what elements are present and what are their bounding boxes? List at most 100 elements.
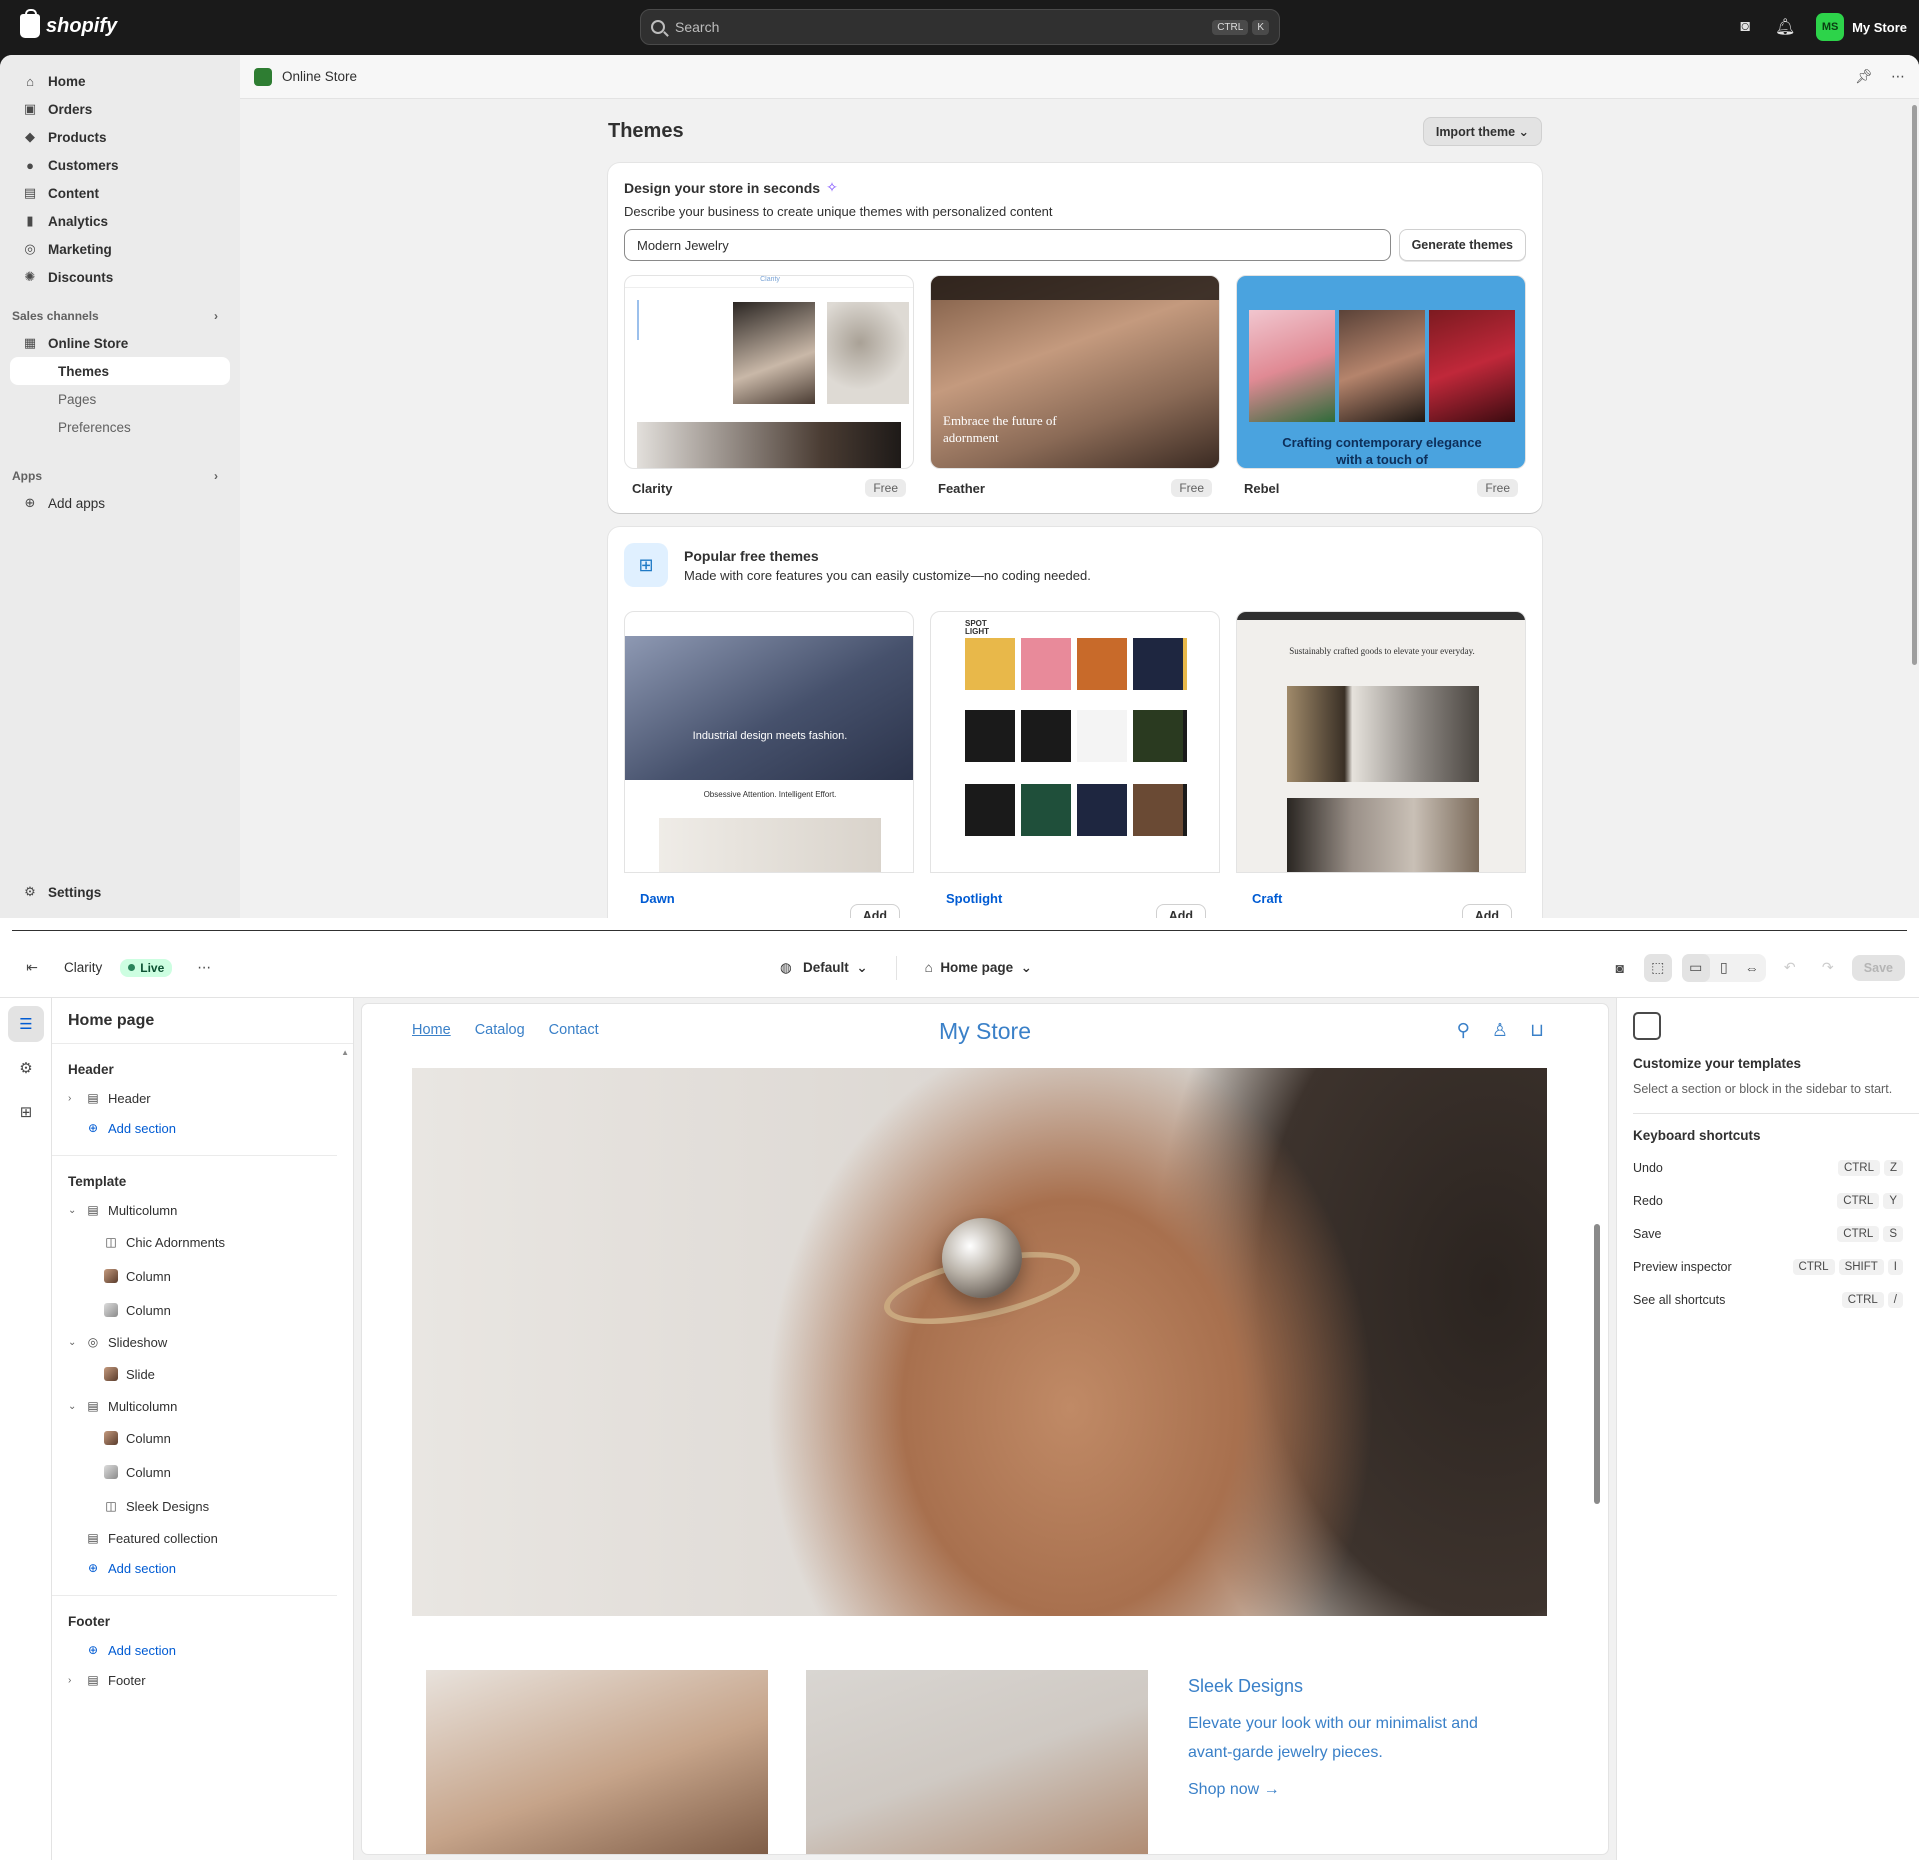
discount-icon: ✺ [24, 269, 36, 284]
sidekick-icon[interactable]: ◙ [1606, 954, 1634, 982]
sales-channels-heading[interactable]: Sales channels › [10, 303, 230, 329]
theme-thumbnail[interactable]: Sustainably crafted goods to elevate you… [1236, 611, 1526, 873]
nav-item-add-apps[interactable]: ⊕ Add apps [10, 489, 230, 517]
chevron-down-icon: ⌄ [68, 1336, 77, 1348]
preset-selector[interactable]: ◍ Default ⌄ [780, 960, 868, 976]
nav-item-settings[interactable]: ⚙ Settings [10, 878, 230, 906]
theme-thumbnail[interactable]: Clarity [624, 275, 914, 469]
search-icon[interactable]: ⚲ [1457, 1020, 1470, 1041]
section-slideshow[interactable]: ⌄ ◎ Slideshow [52, 1327, 337, 1357]
column-image[interactable] [426, 1670, 768, 1854]
theme-thumbnail[interactable]: SPOT LIGHT [930, 611, 1220, 873]
exit-icon[interactable]: ⇤ [18, 954, 46, 982]
more-actions-icon[interactable]: ⋯ [190, 954, 218, 982]
theme-thumbnail[interactable]: Crafting contemporary elegance with a to… [1236, 275, 1526, 469]
block-column[interactable]: Column [52, 1455, 337, 1489]
app-embeds-icon[interactable]: ⊞ [8, 1094, 44, 1130]
block-column[interactable]: Column [52, 1259, 337, 1293]
generate-themes-button[interactable]: Generate themes [1398, 229, 1526, 261]
nav-item-pages[interactable]: Pages [10, 385, 230, 413]
page-scrollbar[interactable] [1912, 105, 1917, 665]
pin-icon[interactable]: 📌︎ [1855, 68, 1873, 85]
avatar[interactable]: MS [1816, 13, 1845, 41]
nav-item-customers[interactable]: ● Customers [10, 151, 230, 179]
nav-item-home[interactable]: ⌂ Home [10, 67, 230, 95]
theme-thumbnail[interactable]: Industrial design meets fashion. Obsessi… [624, 611, 914, 873]
popular-theme-craft[interactable]: Sustainably crafted goods to elevate you… [1236, 611, 1526, 918]
section-multicolumn[interactable]: ⌄ ▤ Multicolumn [52, 1195, 337, 1225]
generated-theme-feather[interactable]: Embrace the future of adornment Feather F… [930, 275, 1220, 497]
slideshow-hero-image[interactable] [412, 1068, 1547, 1616]
add-section-template[interactable]: ⊕ Add section [52, 1553, 337, 1583]
store-name[interactable]: My Store [1852, 20, 1907, 35]
generated-theme-clarity[interactable]: Clarity Clarity Free [624, 275, 914, 497]
nav-item-preferences[interactable]: Preferences [10, 413, 230, 441]
popular-theme-dawn[interactable]: Industrial design meets fashion. Obsessi… [624, 611, 914, 918]
import-theme-button[interactable]: Import theme ⌄ [1422, 116, 1542, 146]
page-title: Themes [608, 119, 684, 142]
nav-item-orders[interactable]: ▣ Orders [10, 95, 230, 123]
section-footer[interactable]: › ▤ Footer [52, 1665, 337, 1695]
add-section-header[interactable]: ⊕ Add section [52, 1113, 337, 1143]
add-theme-button[interactable]: Add [849, 904, 900, 918]
block-sleek-designs[interactable]: ◫ Sleek Designs [52, 1489, 337, 1523]
desktop-view-icon[interactable]: ▭ [1681, 953, 1710, 982]
header-group: Header › ▤ Header ⊕ Add section [52, 1044, 337, 1156]
breadcrumb: Online Store 📌︎ ⋯ [240, 55, 1919, 99]
shortcut-row: Save CTRL S [1633, 1217, 1903, 1250]
top-bar: shopify Search CTRL K ◙ 🔔︎ MS My Store [0, 0, 1919, 55]
nav-item-online-store[interactable]: ▦ Online Store [10, 329, 230, 357]
store-preview[interactable]: Home Catalog Contact My Store ⚲ ♙ ⊔ Slee… [362, 1004, 1608, 1854]
nav-item-discounts[interactable]: ✺ Discounts [10, 263, 230, 291]
apps-heading[interactable]: Apps › [10, 463, 230, 489]
sidekick-icon[interactable]: ◙ [1736, 18, 1754, 36]
inspector-subtitle: Select a section or block in the sidebar… [1633, 1082, 1893, 1096]
collection-icon: ▤ [87, 1531, 99, 1545]
inspector-title: Customize your templates [1633, 1056, 1802, 1071]
nav-item-marketing[interactable]: ◎ Marketing [10, 235, 230, 263]
block-slide[interactable]: Slide [52, 1357, 337, 1391]
mobile-view-icon[interactable]: ▯ [1710, 954, 1738, 982]
block-column[interactable]: Column [52, 1293, 337, 1327]
full-width-view-icon[interactable]: ⇔ [1738, 954, 1766, 982]
theme-thumbnail[interactable]: Embrace the future of adornment [930, 275, 1220, 469]
redo-icon[interactable]: ↷ [1814, 954, 1842, 982]
preview-scrollbar[interactable] [1594, 1224, 1600, 1504]
online-store-icon [254, 67, 272, 86]
block-column[interactable]: Column [52, 1421, 337, 1455]
search-bar[interactable]: Search CTRL K [640, 9, 1280, 45]
free-badge: Free [1477, 479, 1518, 497]
business-description-input[interactable]: Modern Jewelry [624, 229, 1391, 261]
sections-icon[interactable]: ☰ [8, 1006, 44, 1042]
bell-icon[interactable]: 🔔︎ [1775, 18, 1795, 36]
column-image[interactable] [806, 1670, 1148, 1854]
shortcut-row[interactable]: See all shortcuts CTRL / [1633, 1283, 1903, 1316]
scroll-up-icon[interactable]: ▲ [341, 1048, 349, 1057]
popular-theme-spotlight[interactable]: SPOT LIGHT Spotlight Add [930, 611, 1220, 918]
section-multicolumn[interactable]: ⌄ ▤ Multicolumn [52, 1391, 337, 1421]
more-icon[interactable]: ⋯ [1891, 68, 1905, 85]
add-theme-button[interactable]: Add [1461, 904, 1512, 918]
inspector-select-icon[interactable]: ⬚ [1643, 953, 1672, 982]
store-logo[interactable]: My Store [362, 1018, 1608, 1045]
cart-icon[interactable]: ⊔ [1530, 1020, 1544, 1041]
shopify-logo[interactable]: shopify [20, 9, 117, 38]
image-thumb-icon [104, 1303, 118, 1317]
page-selector[interactable]: ⌂ Home page ⌄ [925, 960, 1032, 976]
undo-icon[interactable]: ↶ [1776, 954, 1804, 982]
nav-item-themes[interactable]: Themes [10, 357, 230, 385]
generated-theme-rebel[interactable]: Crafting contemporary elegance with a to… [1236, 275, 1526, 497]
section-featured-collection[interactable]: ▤ Featured collection [52, 1523, 337, 1553]
nav-item-products[interactable]: ◆ Products [10, 123, 230, 151]
block-chic-adornments[interactable]: ◫ Chic Adornments [52, 1225, 337, 1259]
shop-now-link[interactable]: Shop now → [1188, 1781, 1518, 1799]
nav-item-analytics[interactable]: ▮ Analytics [10, 207, 230, 235]
save-button[interactable]: Save [1851, 954, 1905, 981]
add-theme-button[interactable]: Add [1155, 904, 1206, 918]
add-section-footer[interactable]: ⊕ Add section [52, 1635, 337, 1665]
account-icon[interactable]: ♙ [1492, 1020, 1508, 1041]
text-block-icon: ◫ [105, 1235, 117, 1249]
section-header[interactable]: › ▤ Header [52, 1083, 337, 1113]
nav-item-content[interactable]: ▤ Content [10, 179, 230, 207]
theme-settings-icon[interactable]: ⚙ [8, 1050, 44, 1086]
